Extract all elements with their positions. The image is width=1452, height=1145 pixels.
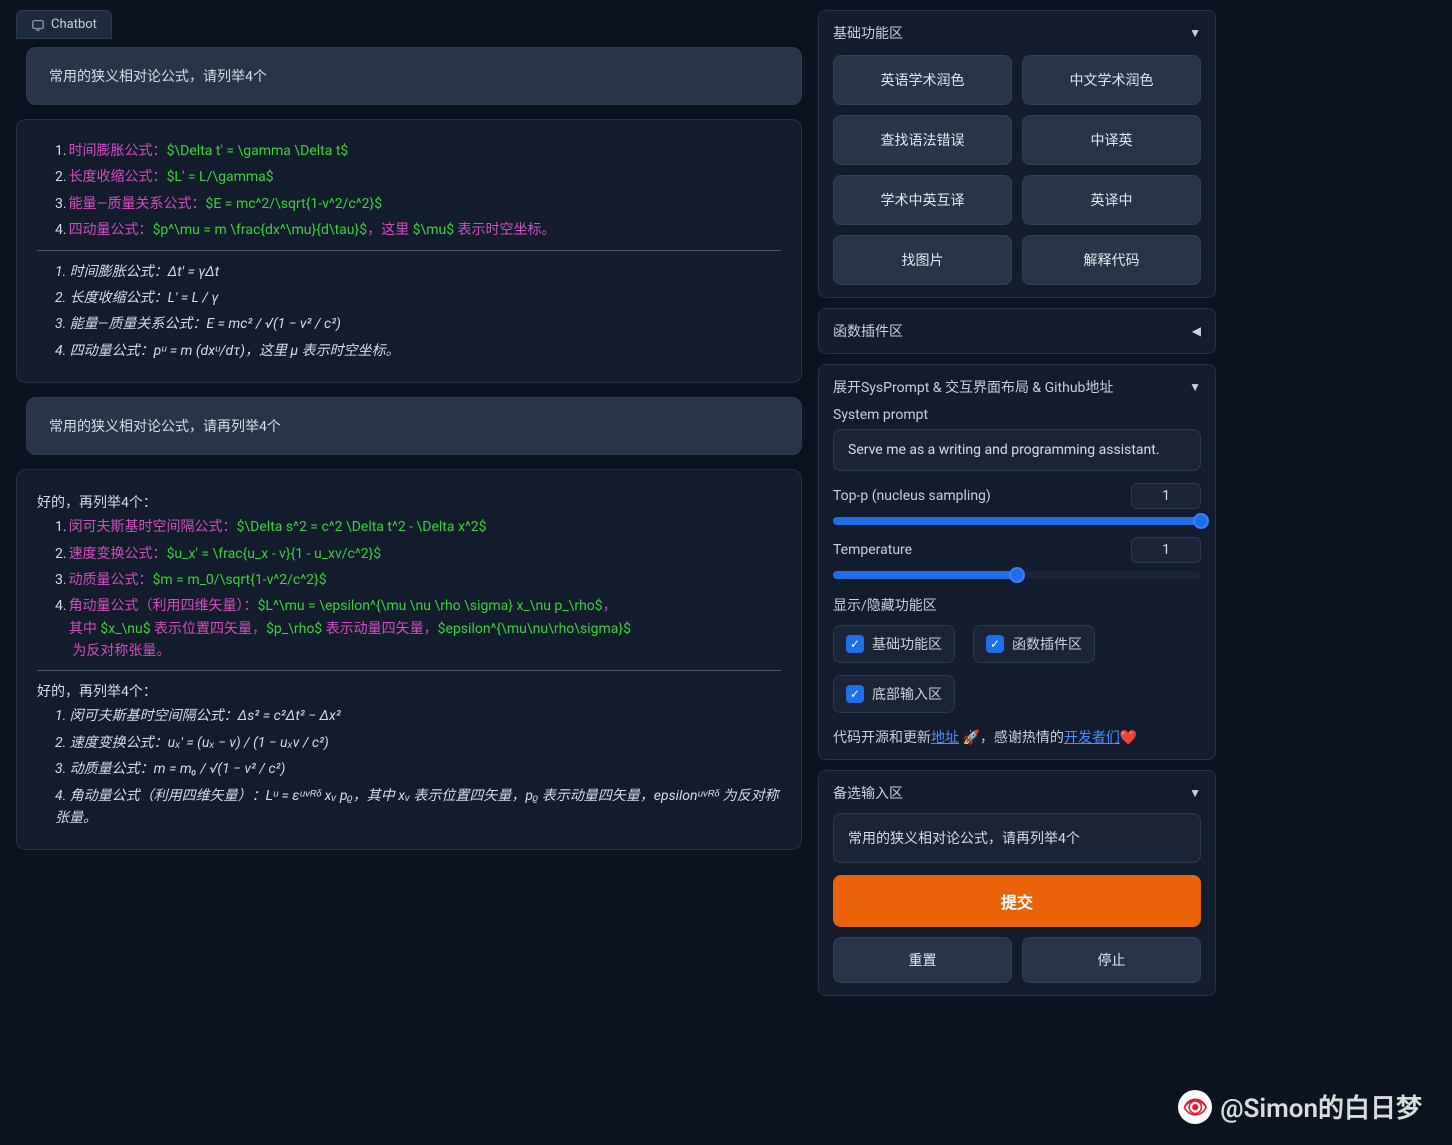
temperature-label: Temperature xyxy=(833,542,912,558)
basic-functions-panel: 基础功能区 ▼ 英语学术润色 中文学术润色 查找语法错误 中译英 学术中英互译 … xyxy=(818,10,1216,298)
slider-thumb[interactable] xyxy=(1193,513,1209,529)
temperature-slider[interactable] xyxy=(833,571,1201,579)
alt-input-header[interactable]: 备选输入区 ▼ xyxy=(833,783,1201,803)
expand-panel: 展开SysPrompt & 交互界面布局 & Github地址 ▼ System… xyxy=(818,364,1216,760)
temperature-value-input[interactable]: 1 xyxy=(1131,537,1201,563)
divider xyxy=(37,670,781,671)
plugins-panel: 函数插件区 ◀ xyxy=(818,308,1216,354)
repo-link[interactable]: 地址 xyxy=(931,730,959,746)
basic-panel-header[interactable]: 基础功能区 ▼ xyxy=(833,23,1201,43)
checkbox-plugins[interactable]: ✓ 函数插件区 xyxy=(973,625,1095,663)
btn-grammar-check[interactable]: 查找语法错误 xyxy=(833,115,1012,165)
sysprompt-label: System prompt xyxy=(833,407,1201,423)
reset-button[interactable]: 重置 xyxy=(833,937,1012,983)
bot-message: 1.时间膨胀公式：$\Delta t' = \gamma \Delta t$ 2… xyxy=(16,119,802,383)
lead-text: 好的，再列举4个： xyxy=(37,492,781,512)
submit-button[interactable]: 提交 xyxy=(833,875,1201,927)
user-text: 常用的狭义相对论公式，请再列举4个 xyxy=(49,419,281,435)
bot-message: 好的，再列举4个： 1.闵可夫斯基时空间隔公式：$\Delta s^2 = c^… xyxy=(16,469,802,850)
footer-text: 代码开源和更新地址 🚀，感谢热情的开发者们❤️ xyxy=(833,727,1201,747)
chevron-down-icon: ▼ xyxy=(1189,26,1201,40)
lead-text: 好的，再列举4个： xyxy=(37,681,781,701)
panel-title: 展开SysPrompt & 交互界面布局 & Github地址 xyxy=(833,377,1113,397)
check-icon: ✓ xyxy=(846,635,864,653)
topp-label: Top-p (nucleus sampling) xyxy=(833,488,991,504)
sidebar: 基础功能区 ▼ 英语学术润色 中文学术润色 查找语法错误 中译英 学术中英互译 … xyxy=(810,0,1228,1145)
chat-column: Chatbot 常用的狭义相对论公式，请列举4个 1.时间膨胀公式：$\Delt… xyxy=(0,0,810,1145)
btn-find-image[interactable]: 找图片 xyxy=(833,235,1012,285)
chevron-down-icon: ▼ xyxy=(1189,380,1201,394)
user-text: 常用的狭义相对论公式，请列举4个 xyxy=(49,69,267,85)
slider-thumb[interactable] xyxy=(1009,567,1025,583)
tab-label: Chatbot xyxy=(51,17,97,32)
sysprompt-input[interactable]: Serve me as a writing and programming as… xyxy=(833,429,1201,471)
rendered-formula-list: 1. 闵可夫斯基时空间隔公式：Δs² = c²Δt² − Δx² 2. 速度变换… xyxy=(37,705,781,829)
rendered-formula-list: 1. 时间膨胀公式：Δt′ = γΔt 2. 长度收缩公式：L′ = L / γ… xyxy=(37,261,781,363)
btn-academic-translate[interactable]: 学术中英互译 xyxy=(833,175,1012,225)
button-grid: 英语学术润色 中文学术润色 查找语法错误 中译英 学术中英互译 英译中 找图片 … xyxy=(833,55,1201,285)
btn-en-to-zh[interactable]: 英译中 xyxy=(1022,175,1201,225)
panel-title: 备选输入区 xyxy=(833,783,903,803)
raw-formula-list: 1.闵可夫斯基时空间隔公式：$\Delta s^2 = c^2 \Delta t… xyxy=(37,516,781,662)
raw-formula-list: 1.时间膨胀公式：$\Delta t' = \gamma \Delta t$ 2… xyxy=(37,140,781,242)
chatbot-icon xyxy=(31,18,45,32)
plugins-panel-header[interactable]: 函数插件区 ◀ xyxy=(833,321,1201,341)
topp-slider[interactable] xyxy=(833,517,1201,525)
panel-title: 函数插件区 xyxy=(833,321,903,341)
stop-button[interactable]: 停止 xyxy=(1022,937,1201,983)
tab-bar: Chatbot xyxy=(16,10,802,39)
btn-chinese-polish[interactable]: 中文学术润色 xyxy=(1022,55,1201,105)
alt-text-input[interactable]: 常用的狭义相对论公式，请再列举4个 xyxy=(833,813,1201,863)
chevron-down-icon: ▼ xyxy=(1189,786,1201,800)
user-message: 常用的狭义相对论公式，请再列举4个 xyxy=(26,397,802,455)
topp-value-input[interactable]: 1 xyxy=(1131,483,1201,509)
alt-input-panel: 备选输入区 ▼ 常用的狭义相对论公式，请再列举4个 提交 重置 停止 xyxy=(818,770,1216,996)
devs-link[interactable]: 开发者们 xyxy=(1064,730,1120,746)
btn-english-polish[interactable]: 英语学术润色 xyxy=(833,55,1012,105)
expand-panel-header[interactable]: 展开SysPrompt & 交互界面布局 & Github地址 ▼ xyxy=(833,377,1201,397)
btn-explain-code[interactable]: 解释代码 xyxy=(1022,235,1201,285)
btn-zh-to-en[interactable]: 中译英 xyxy=(1022,115,1201,165)
user-message: 常用的狭义相对论公式，请列举4个 xyxy=(26,47,802,105)
checkbox-bottom-input[interactable]: ✓ 底部输入区 xyxy=(833,675,955,713)
divider xyxy=(37,250,781,251)
panel-title: 基础功能区 xyxy=(833,23,903,43)
checkbox-basic[interactable]: ✓ 基础功能区 xyxy=(833,625,955,663)
check-icon: ✓ xyxy=(986,635,1004,653)
chat-area: 常用的狭义相对论公式，请列举4个 1.时间膨胀公式：$\Delta t' = \… xyxy=(16,47,802,850)
visibility-label: 显示/隐藏功能区 xyxy=(833,595,1201,615)
tab-chatbot[interactable]: Chatbot xyxy=(16,10,112,39)
chevron-left-icon: ◀ xyxy=(1192,324,1201,338)
check-icon: ✓ xyxy=(846,685,864,703)
